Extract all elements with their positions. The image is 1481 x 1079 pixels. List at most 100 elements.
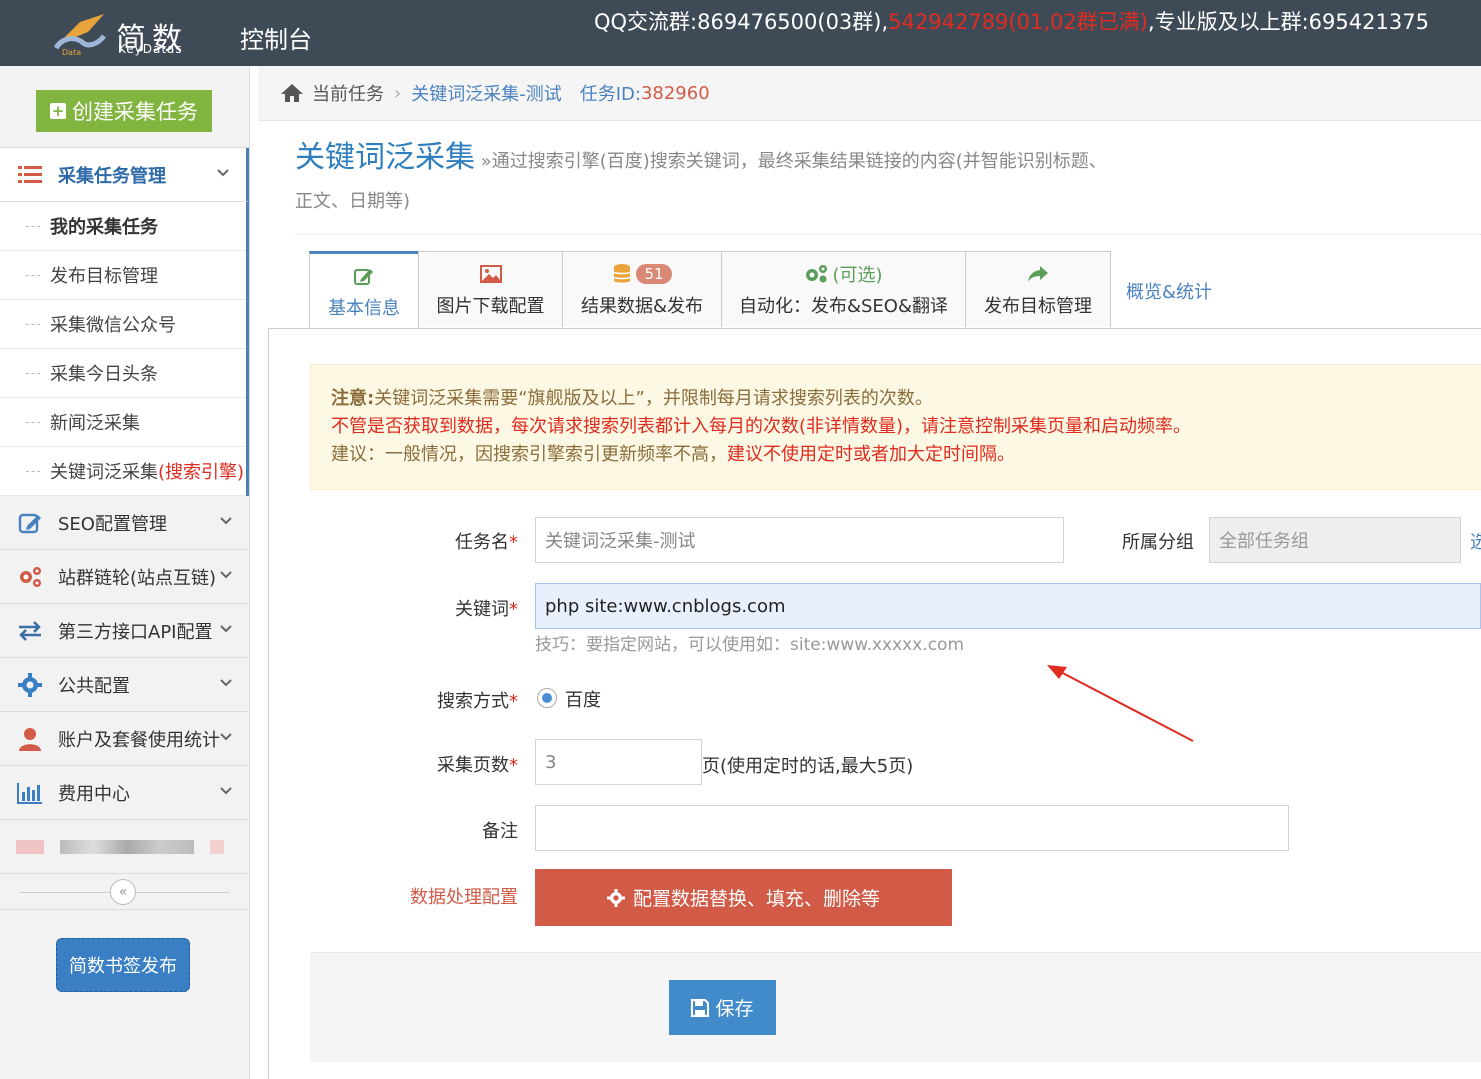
user-icon — [16, 725, 44, 753]
data-processing-label: 数据处理配置 — [410, 887, 518, 908]
form-actions — [310, 952, 1481, 1062]
sidebar: + 创建采集任务 采集任务管理 我的采集任务 发布目标管理 采集微信公众号 采集… — [0, 66, 250, 1079]
menu-label: 账户及套餐使用统计 — [58, 729, 220, 751]
notice-warning: 建议不使用定时或者加大定时间隔。 — [727, 444, 1015, 465]
logo[interactable]: Data 简数 KeyDatas — [52, 8, 212, 58]
tab-results[interactable]: 51 结果数据&发布 — [562, 251, 722, 327]
gear-icon — [606, 888, 625, 907]
pages-input[interactable] — [535, 739, 702, 785]
optional-label: (可选) — [832, 264, 883, 286]
floppy-disk-icon — [691, 998, 710, 1017]
save-button[interactable]: 保存 — [669, 980, 776, 1035]
logo-icon: Data — [53, 14, 106, 57]
sub-label: 采集微信公众号 — [50, 315, 176, 336]
remark-input[interactable] — [535, 805, 1289, 851]
required-mark: * — [509, 532, 518, 553]
tab-automation[interactable]: (可选) 自动化：发布&SEO&翻译 — [721, 251, 966, 327]
notice-line-2: 不管是否获取到数据，每次请求搜索列表都计入每月的次数(非详情数量)，请注意控制采… — [331, 416, 1192, 437]
sidebar-item-keyword[interactable]: 关键词泛采集 (搜索引擎) — [0, 447, 246, 496]
notice-line-1: 注意:关键词泛采集需要“旗舰版及以上”，并限制每月请求搜索列表的次数。 — [331, 385, 1461, 413]
task-id-label: 任务ID: — [579, 84, 641, 105]
group-select[interactable] — [1209, 517, 1461, 563]
keyword-label: 关键词* — [338, 595, 518, 621]
qq-groups: QQ交流群:869476500(03群),542942789(01,02群已满)… — [594, 6, 1429, 36]
breadcrumb-current[interactable]: 关键词泛采集-测试 — [411, 80, 562, 106]
button-label: 配置数据替换、填充、删除等 — [632, 888, 880, 910]
plus-icon: + — [50, 102, 66, 120]
menu-billing[interactable]: 费用中心 — [0, 766, 249, 820]
tab-label: 自动化：发布&SEO&翻译 — [738, 295, 949, 317]
search-method-label: 搜索方式* — [338, 687, 518, 713]
tab-label: 基本信息 — [328, 297, 400, 319]
task-id-value: 382960 — [640, 82, 710, 104]
svg-text:Data: Data — [62, 48, 81, 57]
bookmark-publish-button[interactable]: 简数书签发布 — [56, 938, 190, 992]
menu-label: SEO配置管理 — [58, 513, 167, 535]
edit-icon — [354, 264, 374, 288]
keyword-input[interactable] — [535, 583, 1481, 629]
baidu-radio-label[interactable]: 百度 — [565, 686, 601, 712]
menu-api[interactable]: 第三方接口API配置 — [0, 604, 249, 658]
menu-label: 第三方接口API配置 — [58, 621, 213, 643]
task-submenu: 我的采集任务 发布目标管理 采集微信公众号 采集今日头条 新闻泛采集 关键词泛采… — [0, 202, 249, 496]
sidebar-collapse-row: « — [0, 874, 249, 910]
qq-group-pro: ,专业版及以上群:695421375 — [1147, 10, 1429, 34]
task-name-input[interactable] — [535, 517, 1064, 563]
baidu-radio[interactable] — [537, 688, 557, 708]
sidebar-item-news[interactable]: 新闻泛采集 — [0, 398, 246, 447]
notice-text: 建议：一般情况，因搜索引擎索引更新频率不高， — [331, 444, 727, 465]
menu-task-management[interactable]: 采集任务管理 — [0, 148, 249, 202]
breadcrumb-home[interactable]: 当前任务 — [312, 80, 384, 106]
sidebar-item-wechat[interactable]: 采集微信公众号 — [0, 300, 246, 349]
menu-site-chain[interactable]: 站群链轮(站点互链) — [0, 550, 249, 604]
create-task-button[interactable]: + 创建采集任务 — [36, 90, 212, 132]
menu-label: 站群链轮(站点互链) — [58, 567, 217, 589]
overview-link[interactable]: 概览&统计 — [1126, 278, 1212, 304]
blurred-mark — [210, 840, 224, 854]
label-text: 搜索方式 — [437, 691, 509, 712]
group-select-link[interactable]: 选 — [1470, 528, 1481, 554]
blurred-user-row — [0, 820, 249, 874]
required-mark: * — [509, 691, 518, 712]
chevron-down-icon — [220, 571, 232, 579]
sidebar-item-publish-targets[interactable]: 发布目标管理 — [0, 251, 246, 300]
sub-label: 新闻泛采集 — [50, 413, 140, 434]
logo-subtext: KeyDatas — [118, 42, 183, 56]
sub-label: 我的采集任务 — [50, 217, 158, 238]
tab-image-download[interactable]: 图片下载配置 — [418, 251, 563, 327]
sub-label: 关键词泛采集 — [50, 462, 158, 483]
chevron-down-icon — [220, 679, 232, 687]
notice-label: 注意: — [331, 388, 375, 409]
collapse-sidebar-icon[interactable]: « — [110, 879, 136, 905]
menu-account[interactable]: 账户及套餐使用统计 — [0, 712, 249, 766]
tab-publish-target[interactable]: 发布目标管理 — [965, 251, 1111, 327]
menu-label: 公共配置 — [58, 675, 130, 697]
page-description: »通过搜索引擎(百度)搜索关键词，最终采集结果链接的内容(并智能识别标题、 — [480, 151, 1107, 172]
menu-seo[interactable]: SEO配置管理 — [0, 496, 249, 550]
tab-label: 结果数据&发布 — [580, 295, 704, 317]
notice-line-3: 建议：一般情况，因搜索引擎索引更新频率不高，建议不使用定时或者加大定时间隔。 — [331, 441, 1461, 469]
home-icon[interactable] — [280, 83, 304, 103]
results-badge: 51 — [636, 263, 672, 284]
qq-group-full: 542942789(01,02群已满) — [888, 10, 1148, 34]
button-label: 保存 — [715, 998, 754, 1020]
label-text: 任务名 — [455, 532, 509, 553]
menu-public-config[interactable]: 公共配置 — [0, 658, 249, 712]
create-task-label: 创建采集任务 — [72, 100, 198, 124]
database-icon — [613, 263, 632, 282]
breadcrumb-separator: › — [394, 82, 402, 104]
top-bar: Data 简数 KeyDatas 控制台 QQ交流群:869476500(03群… — [0, 0, 1481, 66]
annotation-arrow — [1047, 665, 1194, 742]
menu-label: 采集任务管理 — [58, 165, 166, 187]
menu-label: 费用中心 — [58, 783, 130, 805]
list-icon — [16, 161, 44, 189]
console-title[interactable]: 控制台 — [240, 20, 312, 55]
sidebar-item-toutiao[interactable]: 采集今日头条 — [0, 349, 246, 398]
sidebar-item-my-tasks[interactable]: 我的采集任务 — [0, 202, 246, 251]
tab-basic-info[interactable]: 基本信息 — [309, 251, 419, 329]
page-description-cont: 正文、日期等) — [295, 191, 411, 212]
page-title: 关键词泛采集 — [295, 140, 475, 175]
chevron-down-icon — [217, 169, 229, 177]
data-processing-button[interactable]: 配置数据替换、填充、删除等 — [535, 869, 952, 926]
blurred-text — [60, 840, 194, 854]
